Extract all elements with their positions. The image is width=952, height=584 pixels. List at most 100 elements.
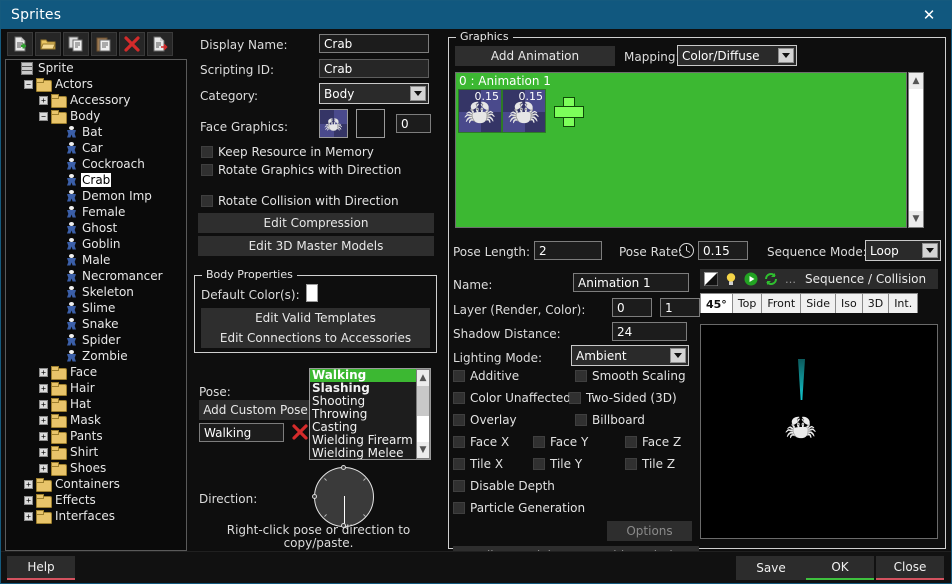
scripting-id-input[interactable]: Crab [319,59,429,78]
pose-rate-input[interactable]: 0.15 [698,241,748,260]
red-x-delete-button[interactable] [119,32,145,56]
expand-icon[interactable]: + [39,383,48,393]
tree-item-zombie[interactable]: Zombie [6,348,186,364]
tree-item-cockroach[interactable]: Cockroach [6,156,186,172]
preview-tab-top[interactable]: Top [731,293,763,313]
ok-button[interactable]: OK [806,556,874,580]
more-dots-icon[interactable]: … [783,272,798,287]
checkbox-additive[interactable]: Additive [453,369,519,383]
display-name-input[interactable]: Crab [319,34,429,53]
sprite-tree[interactable]: Sprite − Actors + Accessory − Body Bat Car Cockro… [5,59,187,551]
keep-resource-checkbox[interactable]: Keep Resource in Memory [201,145,374,159]
preview-tab-front[interactable]: Front [761,293,802,313]
edit-compression-button[interactable]: Edit Compression [198,213,434,233]
sequence-mode-select[interactable]: Loop [865,240,941,261]
layer-color-input[interactable]: 1 [660,298,700,317]
scroll-down-icon[interactable]: ▼ [417,442,429,458]
paste-button[interactable] [91,32,117,56]
close-button[interactable]: Close [876,556,944,580]
tree-item-goblin[interactable]: Goblin [6,236,186,252]
preview-tab-iso[interactable]: Iso [835,293,863,313]
tree-item-accessory[interactable]: + Accessory [6,92,186,108]
add-custom-pose-button[interactable]: Add Custom Pose [199,400,312,420]
rotate-graphics-checkbox[interactable]: Rotate Graphics with Direction [201,163,401,177]
expand-icon[interactable]: + [39,415,48,425]
expand-icon[interactable]: + [39,367,48,377]
face-graphics-thumbnail[interactable]: 🦀 [319,109,348,138]
tree-item-body[interactable]: − Body [6,108,186,124]
export-button[interactable] [147,32,173,56]
tree-item-female[interactable]: Female [6,204,186,220]
checkbox-two-sided-3d[interactable]: Two-Sided (3D) [569,391,677,405]
new-sprite-button[interactable] [7,32,33,56]
expand-icon[interactable]: + [24,479,33,489]
preview-tab-side[interactable]: Side [800,293,836,313]
loop-icon[interactable] [763,272,778,287]
animation-list-scrollbar[interactable]: ▲ ▼ [908,72,924,228]
tree-item-face[interactable]: + Face [6,364,186,380]
chevron-down-icon[interactable] [670,348,686,363]
checkbox-tile-x[interactable]: Tile X [453,457,503,471]
expand-icon[interactable]: + [39,95,48,105]
contrast-icon[interactable] [703,272,718,287]
mapping-select[interactable]: Color/Diffuse [677,45,797,66]
tree-item-demon-imp[interactable]: Demon Imp [6,188,186,204]
help-button[interactable]: Help [7,556,75,580]
chevron-down-icon[interactable] [410,86,426,101]
scroll-up-icon[interactable]: ▲ [909,73,923,89]
scroll-thumb[interactable] [417,386,429,416]
tree-item-hair[interactable]: + Hair [6,380,186,396]
delete-pose-button[interactable] [289,421,311,443]
tree-item-bat[interactable]: Bat [6,124,186,140]
checkbox-face-y[interactable]: Face Y [533,435,588,449]
checkbox-color-unaffected[interactable]: Color Unaffected [453,391,571,405]
preview-tab-3d[interactable]: 3D [861,293,890,313]
checkbox-face-x[interactable]: Face X [453,435,509,449]
preview-canvas[interactable]: 🦀 [700,324,938,539]
checkbox-billboard[interactable]: Billboard [575,413,645,427]
copy-button[interactable] [63,32,89,56]
green-plus-icon[interactable] [554,97,584,127]
expand-icon[interactable]: + [39,447,48,457]
face-graphics-index-input[interactable]: 0 [396,114,431,133]
add-animation-button[interactable]: Add Animation [455,46,615,66]
tree-item-shirt[interactable]: + Shirt [6,444,186,460]
checkbox-smooth-scaling[interactable]: Smooth Scaling [575,369,686,383]
save-button[interactable]: Save [736,556,806,580]
category-select[interactable]: Body [319,83,429,104]
pose-length-input[interactable]: 2 [534,241,602,260]
shadow-distance-input[interactable]: 24 [612,322,687,341]
expand-icon[interactable]: + [24,511,33,521]
collapse-icon[interactable]: − [39,111,48,121]
animation-frame[interactable]: 🦀 0.15 [502,89,546,133]
tree-item-containers[interactable]: + Containers [6,476,186,492]
edit-3d-master-models-button[interactable]: Edit 3D Master Models [198,236,434,256]
checkbox-overlay[interactable]: Overlay [453,413,517,427]
pose-list[interactable]: Walking Slashing Shooting Throwing Casting Wi… [309,368,431,460]
face-graphics-secondary-slot[interactable] [356,109,385,138]
open-button[interactable] [35,32,61,56]
tree-item-car[interactable]: Car [6,140,186,156]
tree-item-skeleton[interactable]: Skeleton [6,284,186,300]
tree-item-effects[interactable]: + Effects [6,492,186,508]
particle-options-button[interactable]: Options [607,521,692,541]
tree-item-hat[interactable]: + Hat [6,396,186,412]
checkbox-tile-z[interactable]: Tile Z [625,457,675,471]
scroll-up-icon[interactable]: ▲ [417,370,429,386]
tree-item-snake[interactable]: Snake [6,316,186,332]
animation-list[interactable]: 0 : Animation 1 🦀 0.15 🦀 0.15 [455,72,907,228]
collapse-icon[interactable]: − [24,79,33,89]
checkbox-disable-depth[interactable]: Disable Depth [453,479,555,493]
layer-render-input[interactable]: 0 [612,298,652,317]
tree-item-ghost[interactable]: Ghost [6,220,186,236]
chevron-down-icon[interactable] [922,243,938,258]
tree-item-slime[interactable]: Slime [6,300,186,316]
animation-frame[interactable]: 🦀 0.15 [458,89,502,133]
tree-item-crab[interactable]: Crab [6,172,186,188]
preview-tab-45[interactable]: 45° [700,293,733,313]
expand-icon[interactable]: + [39,399,48,409]
lighting-mode-select[interactable]: Ambient [571,345,689,366]
checkbox-face-z[interactable]: Face Z [625,435,681,449]
tree-item-interfaces[interactable]: + Interfaces [6,508,186,524]
tree-item-sprite[interactable]: Sprite [6,60,186,76]
